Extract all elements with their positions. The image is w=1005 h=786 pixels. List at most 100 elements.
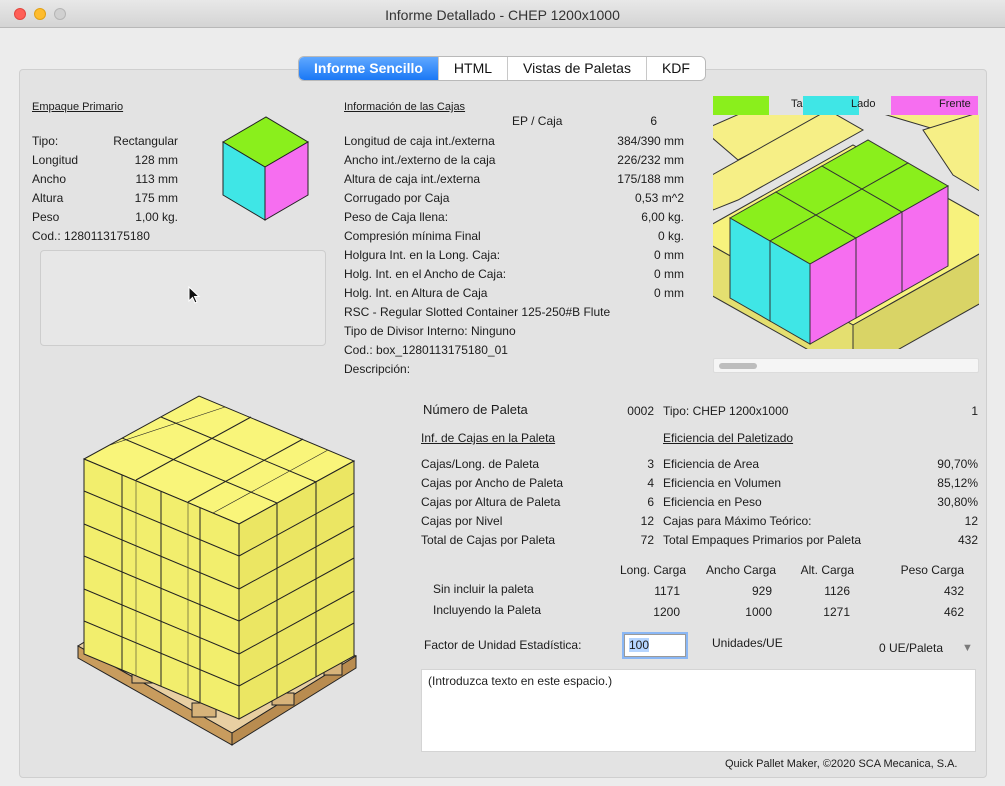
box-label: Ancho int./externo de la caja <box>344 153 496 167</box>
primary-label: Altura <box>32 191 64 205</box>
box-label: Longitud de caja int./externa <box>344 134 495 148</box>
box-label: Peso de Caja llena: <box>344 210 449 224</box>
efficiency-label: Total Empaques Primarios por Paleta <box>663 533 862 547</box>
pallet-box-label: Cajas por Nivel <box>421 514 503 528</box>
tab-informe-sencillo[interactable]: Informe Sencillo <box>299 57 438 80</box>
pallet-box-value: 3 <box>647 457 654 471</box>
ep-per-box-label: EP / Caja <box>512 114 563 128</box>
box-value: 0 mm <box>654 248 684 262</box>
box-label: Holg. Int. en Altura de Caja <box>344 286 488 300</box>
pallet-box-label: Total de Cajas por Paleta <box>421 533 556 547</box>
notes-textarea[interactable]: (Introduzca texto en este espacio.) <box>421 669 976 752</box>
load-cell: 1200 <box>653 605 680 619</box>
box-value: 0,53 m^2 <box>635 191 684 205</box>
box-value: 0 mm <box>654 267 684 281</box>
primary-package-3d-image <box>222 116 309 221</box>
primary-image-drop-area[interactable] <box>40 250 326 346</box>
tab-html[interactable]: HTML <box>437 57 508 80</box>
pallet-box-value: 4 <box>647 476 654 490</box>
box-value: 226/232 mm <box>617 153 684 167</box>
legend-lado-label: Lado <box>851 98 876 110</box>
efficiency-value: 90,70% <box>937 457 978 471</box>
load-cell: 432 <box>943 584 964 598</box>
pallet-efficiency-heading: Eficiencia del Paletizado <box>663 431 794 445</box>
window-title: Informe Detallado - CHEP 1200x1000 <box>385 7 620 23</box>
box-value: 6,00 kg. <box>641 210 684 224</box>
efficiency-value: 85,12% <box>937 476 978 490</box>
title-bar: Informe Detallado - CHEP 1200x1000 <box>0 0 1005 28</box>
primary-value: Rectangular <box>113 134 178 148</box>
primary-heading: Empaque Primario <box>32 101 124 113</box>
box-label: Altura de caja int./externa <box>344 172 481 186</box>
pallet-box-label: Cajas/Long. de Paleta <box>421 457 540 471</box>
box-label: Corrugado por Caja <box>344 191 450 205</box>
footer-copyright: Quick Pallet Maker, ©2020 SCA Mecanica, … <box>725 758 958 770</box>
box-label: Holgura Int. en la Long. Caja: <box>344 248 501 262</box>
efficiency-label: Eficiencia en Volumen <box>663 476 782 490</box>
factor-input-value: 100 <box>629 638 650 652</box>
pallet-type-count: 1 <box>971 404 978 418</box>
box-value: 0 mm <box>654 286 684 300</box>
box-code: Cod.: box_1280113175180_01 <box>344 343 508 357</box>
boxes-on-pallet-heading: Inf. de Cajas en la Paleta <box>421 431 556 445</box>
box-layer-3d-view <box>713 115 979 349</box>
load-header: Ancho Carga <box>705 563 776 577</box>
tab-bar: Informe Sencillo HTML Vistas de Paletas … <box>298 56 706 81</box>
view-horizontal-scrollbar[interactable] <box>713 358 979 373</box>
units-dropdown-chevron-icon[interactable]: ▼ <box>962 642 973 654</box>
primary-value: 175 mm <box>134 191 178 205</box>
load-cell: 929 <box>751 584 772 598</box>
legend-tapa-swatch <box>713 96 769 115</box>
pallet-box-value: 6 <box>647 495 654 509</box>
efficiency-label: Eficiencia en Peso <box>663 495 762 509</box>
ep-per-box-value: 6 <box>650 114 657 128</box>
load-row-label: Incluyendo la Paleta <box>433 603 542 617</box>
load-cell: 1171 <box>654 584 680 598</box>
primary-value: 128 mm <box>134 153 178 167</box>
box-value: 175/188 mm <box>617 172 684 186</box>
primary-value: 1,00 kg. <box>135 210 178 224</box>
primary-code: Cod.: 1280113175180 <box>32 229 150 243</box>
box-description: Descripción: <box>344 362 411 376</box>
load-header: Long. Carga <box>619 563 686 577</box>
pallet-type: Tipo: CHEP 1200x1000 <box>663 404 789 418</box>
efficiency-label: Cajas para Máximo Teórico: <box>663 514 812 528</box>
load-header: Peso Carga <box>900 563 964 577</box>
primary-value: 113 mm <box>135 172 178 186</box>
pallet-box-value: 12 <box>640 514 654 528</box>
units-label: Unidades/UE <box>712 636 783 650</box>
pallet-number-label: Número de Paleta <box>423 402 528 417</box>
tab-vistas-de-paletas[interactable]: Vistas de Paletas <box>507 57 646 80</box>
load-cell: 1126 <box>824 584 850 598</box>
load-row-label: Sin incluir la paleta <box>433 582 534 596</box>
efficiency-label: Eficiencia de Area <box>663 457 760 471</box>
box-value: 0 kg. <box>657 229 684 243</box>
notes-placeholder: (Introduzca texto en este espacio.) <box>428 674 613 688</box>
legend-frente-label: Frente <box>939 98 971 110</box>
units-value: 0 UE/Paleta <box>878 641 943 655</box>
load-cell: 462 <box>943 605 964 619</box>
load-cell: 1271 <box>823 605 850 619</box>
boxes-heading: Información de las Cajas <box>344 101 466 113</box>
pallet-box-label: Cajas por Ancho de Paleta <box>421 476 564 490</box>
scrollbar-thumb[interactable] <box>719 363 757 369</box>
load-cell: 1000 <box>745 605 772 619</box>
efficiency-value: 432 <box>957 533 978 547</box>
primary-label: Peso <box>32 210 60 224</box>
box-label: Compresión mínima Final <box>344 229 481 243</box>
primary-label: Longitud <box>32 153 79 167</box>
pallet-box-label: Cajas por Altura de Paleta <box>421 495 561 509</box>
box-divider: Tipo de Divisor Interno: Ninguno <box>344 324 516 338</box>
box-rsc: RSC - Regular Slotted Container 125-250#… <box>344 305 611 319</box>
efficiency-value: 30,80% <box>937 495 978 509</box>
factor-input[interactable]: 100 <box>624 634 686 657</box>
efficiency-value: 12 <box>964 514 978 528</box>
box-value: 384/390 mm <box>617 134 684 148</box>
pallet-box-value: 72 <box>640 533 654 547</box>
mouse-pointer-icon <box>188 286 201 304</box>
pallet-number-value: 0002 <box>627 404 654 418</box>
primary-label: Ancho <box>32 172 67 186</box>
load-header: Alt. Carga <box>800 563 854 577</box>
primary-label: Tipo: <box>32 134 59 148</box>
tab-kdf[interactable]: KDF <box>645 57 705 80</box>
